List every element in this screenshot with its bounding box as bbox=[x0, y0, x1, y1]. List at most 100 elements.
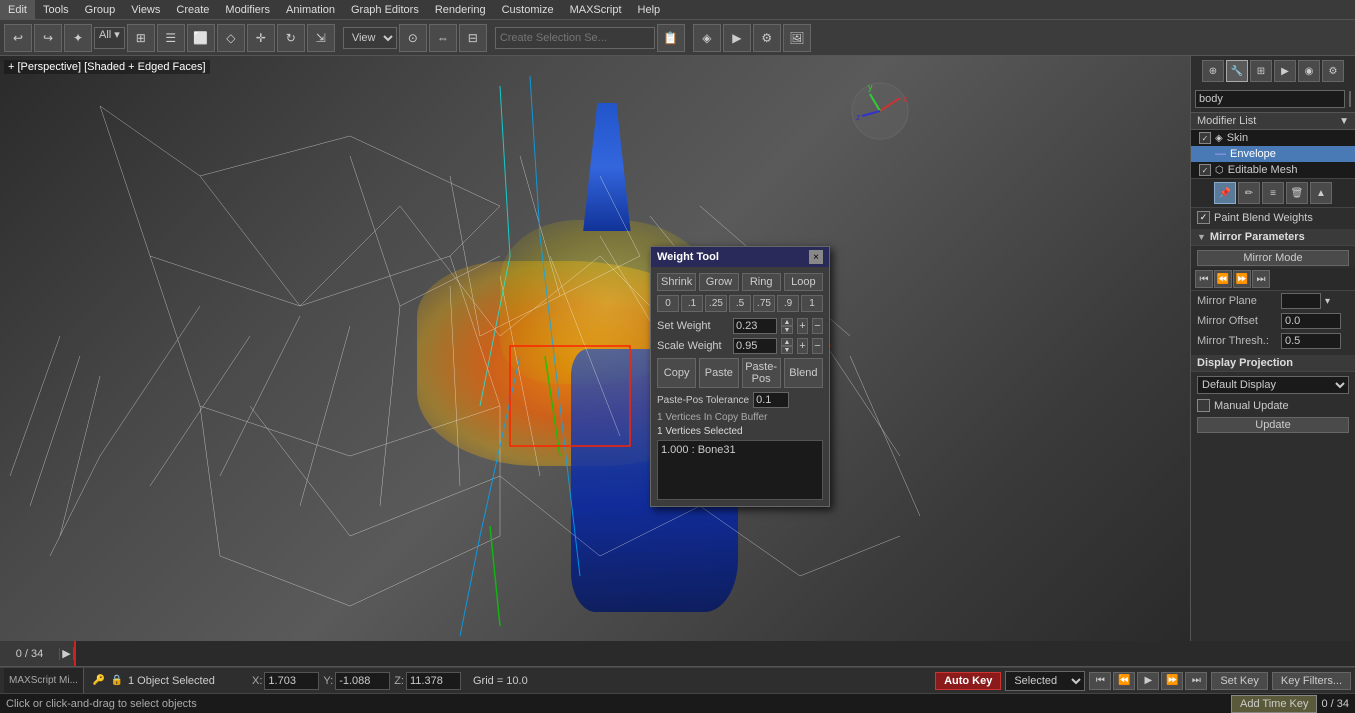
wt-num-1[interactable]: .1 bbox=[681, 295, 703, 312]
toolbar-lasso-sel[interactable]: ◇ bbox=[217, 24, 245, 52]
toolbar-select-name[interactable]: ☰ bbox=[157, 24, 185, 52]
toolbar-move[interactable]: ✛ bbox=[247, 24, 275, 52]
wt-num-2[interactable]: .25 bbox=[705, 295, 727, 312]
play-first-frame[interactable]: ⏮ bbox=[1089, 672, 1111, 690]
wt-num-4[interactable]: .75 bbox=[753, 295, 775, 312]
menu-modifiers[interactable]: Modifiers bbox=[217, 0, 278, 19]
wt-loop-btn[interactable]: Loop bbox=[784, 273, 823, 291]
menu-customize[interactable]: Customize bbox=[494, 0, 562, 19]
wt-set-weight-minus[interactable]: − bbox=[812, 318, 823, 334]
menu-tools[interactable]: Tools bbox=[35, 0, 77, 19]
wt-blend-btn[interactable]: Blend bbox=[784, 358, 823, 388]
object-name-input[interactable] bbox=[1195, 90, 1345, 108]
wt-num-6[interactable]: 1 bbox=[801, 295, 823, 312]
manual-update-checkbox[interactable] bbox=[1197, 399, 1210, 412]
play-last-frame[interactable]: ⏭ bbox=[1185, 672, 1207, 690]
timeline-expand-arrow[interactable]: ▶ bbox=[60, 647, 74, 660]
wt-scale-weight-plus[interactable]: + bbox=[797, 338, 808, 354]
weight-tool-close[interactable]: × bbox=[809, 250, 823, 264]
wt-num-3[interactable]: .5 bbox=[729, 295, 751, 312]
play-btn[interactable]: ▶ bbox=[1137, 672, 1159, 690]
key-filters-btn[interactable]: Key Filters... bbox=[1272, 672, 1351, 690]
rp-anim-icon2[interactable]: ⏪ bbox=[1214, 270, 1232, 288]
toolbar-filter-dropdown[interactable]: All ▾ bbox=[94, 27, 125, 49]
wt-set-weight-input[interactable] bbox=[733, 318, 777, 334]
menu-edit[interactable]: Edit bbox=[0, 0, 35, 19]
wt-shrink-btn[interactable]: Shrink bbox=[657, 273, 696, 291]
toolbar-named-sel[interactable]: 📋 bbox=[657, 24, 685, 52]
rp-icon-create[interactable]: ⊕ bbox=[1202, 60, 1224, 82]
rp-icon-trash[interactable]: 🗑 bbox=[1286, 182, 1308, 204]
wt-set-weight-down[interactable]: ▼ bbox=[781, 326, 793, 334]
toolbar-scale[interactable]: ⇲ bbox=[307, 24, 335, 52]
modifier-list-dropdown-arrow[interactable]: ▼ bbox=[1339, 116, 1349, 127]
menu-animation[interactable]: Animation bbox=[278, 0, 343, 19]
play-prev-frame[interactable]: ⏪ bbox=[1113, 672, 1135, 690]
wt-scale-weight-up[interactable]: ▲ bbox=[781, 338, 793, 346]
mirror-mode-btn[interactable]: Mirror Mode bbox=[1197, 250, 1349, 266]
rp-icon-pin[interactable]: 📌 bbox=[1214, 182, 1236, 204]
rp-icon-up[interactable]: ▲ bbox=[1310, 182, 1332, 204]
rp-icon-display[interactable]: ◉ bbox=[1298, 60, 1320, 82]
mirror-offset-input[interactable] bbox=[1281, 313, 1341, 329]
modifier-skin[interactable]: ✓ ◈ Skin bbox=[1191, 130, 1355, 146]
toolbar-select-obj[interactable]: ⊞ bbox=[127, 24, 155, 52]
wt-grow-btn[interactable]: Grow bbox=[699, 273, 738, 291]
manual-update-row[interactable]: Manual Update bbox=[1191, 396, 1355, 415]
wt-bone-list[interactable]: 1.000 : Bone31 bbox=[657, 440, 823, 500]
add-time-key-btn[interactable]: Add Time Key bbox=[1231, 695, 1317, 713]
wt-scale-weight-input[interactable] bbox=[733, 338, 777, 354]
toolbar-redo[interactable]: ↪ bbox=[34, 24, 62, 52]
wt-scale-weight-minus[interactable]: − bbox=[812, 338, 823, 354]
rp-icon-edit[interactable]: ✏ bbox=[1238, 182, 1260, 204]
toolbar-mat-editor[interactable]: ◈ bbox=[693, 24, 721, 52]
menu-create[interactable]: Create bbox=[168, 0, 217, 19]
autokey-btn[interactable]: Auto Key bbox=[935, 672, 1001, 690]
rp-icon-modify[interactable]: 🔧 bbox=[1226, 60, 1248, 82]
rp-anim-icon1[interactable]: ⏮ bbox=[1195, 270, 1213, 288]
toolbar-use-pivot[interactable]: ⊙ bbox=[399, 24, 427, 52]
toolbar-render-frame[interactable]: 🖼 bbox=[783, 24, 811, 52]
toolbar-render[interactable]: ▶ bbox=[723, 24, 751, 52]
coord-x-input[interactable] bbox=[264, 672, 319, 690]
toolbar-rect-sel[interactable]: ⬜ bbox=[187, 24, 215, 52]
coord-y-input[interactable] bbox=[335, 672, 390, 690]
display-dropdown[interactable]: Default Display bbox=[1197, 376, 1349, 394]
wt-copy-btn[interactable]: Copy bbox=[657, 358, 696, 388]
menu-maxscript[interactable]: MAXScript bbox=[562, 0, 630, 19]
modifier-envelope[interactable]: — Envelope bbox=[1191, 146, 1355, 162]
status-icon-key[interactable]: 🔑 bbox=[92, 674, 106, 688]
wt-scale-weight-spinner[interactable]: ▲ ▼ bbox=[781, 338, 793, 354]
menu-group[interactable]: Group bbox=[77, 0, 124, 19]
menu-graph-editors[interactable]: Graph Editors bbox=[343, 0, 427, 19]
wt-paste-pos-btn[interactable]: Paste-Pos bbox=[742, 358, 781, 388]
modifier-mesh-checkbox[interactable]: ✓ bbox=[1199, 164, 1211, 176]
mirror-plane-input[interactable] bbox=[1281, 293, 1321, 309]
toolbar-select[interactable]: ✦ bbox=[64, 24, 92, 52]
rp-icon-hierarchy[interactable]: ⊞ bbox=[1250, 60, 1272, 82]
toolbar-mirror[interactable]: ⇔ bbox=[429, 24, 457, 52]
play-next-frame[interactable]: ⏩ bbox=[1161, 672, 1183, 690]
toolbar-rotate[interactable]: ↻ bbox=[277, 24, 305, 52]
wt-num-5[interactable]: .9 bbox=[777, 295, 799, 312]
wt-scale-weight-down[interactable]: ▼ bbox=[781, 346, 793, 354]
wt-num-0[interactable]: 0 bbox=[657, 295, 679, 312]
coord-z-input[interactable] bbox=[406, 672, 461, 690]
selected-dropdown[interactable]: Selected bbox=[1005, 671, 1085, 691]
wt-set-weight-plus[interactable]: + bbox=[797, 318, 808, 334]
modifier-editable-mesh[interactable]: ✓ ⬡ Editable Mesh bbox=[1191, 162, 1355, 178]
paint-blend-weights-checkbox[interactable]: ✓ bbox=[1197, 211, 1210, 224]
toolbar-align[interactable]: ⊟ bbox=[459, 24, 487, 52]
wt-ring-btn[interactable]: Ring bbox=[742, 273, 781, 291]
object-color-swatch[interactable] bbox=[1349, 91, 1351, 107]
modifier-skin-checkbox[interactable]: ✓ bbox=[1199, 132, 1211, 144]
update-btn[interactable]: Update bbox=[1197, 417, 1349, 433]
toolbar-view-dropdown[interactable]: View bbox=[343, 27, 397, 49]
rp-anim-icon3[interactable]: ⏩ bbox=[1233, 270, 1251, 288]
wt-paste-pos-tol-input[interactable] bbox=[753, 392, 789, 408]
toolbar-render-setup[interactable]: ⚙ bbox=[753, 24, 781, 52]
paint-blend-weights-row[interactable]: ✓ Paint Blend Weights bbox=[1191, 208, 1355, 227]
timeline-track[interactable] bbox=[74, 641, 1355, 666]
mirror-plane-arrow[interactable]: ▾ bbox=[1325, 296, 1330, 307]
status-icon-lock[interactable]: 🔒 bbox=[110, 674, 124, 688]
